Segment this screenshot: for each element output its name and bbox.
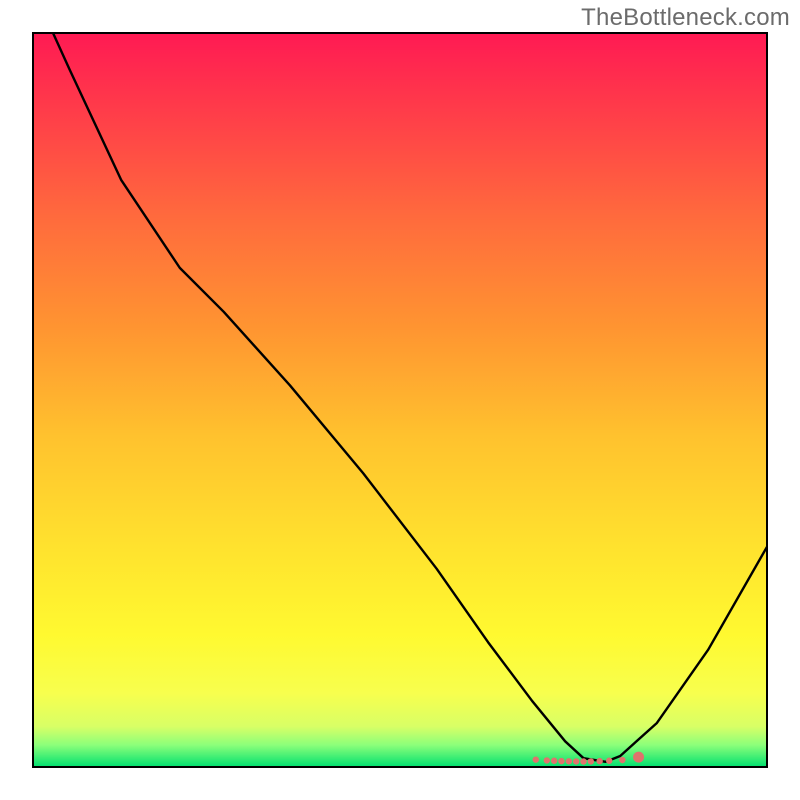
optimal-point [533, 756, 539, 762]
optimal-point [551, 758, 557, 764]
optimal-point [544, 757, 550, 763]
optimal-point [619, 757, 625, 763]
watermark-text: TheBottleneck.com [581, 4, 790, 32]
optimal-point [606, 758, 612, 764]
optimal-point [596, 758, 602, 764]
optimal-point [558, 758, 564, 764]
chart-stage: TheBottleneck.com [0, 0, 800, 800]
optimal-point [573, 758, 579, 764]
optimal-point [633, 752, 644, 763]
chart-svg [0, 0, 800, 800]
optimal-point [588, 758, 594, 764]
optimal-point [580, 758, 586, 764]
optimal-point [566, 758, 572, 764]
plot-background [33, 33, 767, 767]
